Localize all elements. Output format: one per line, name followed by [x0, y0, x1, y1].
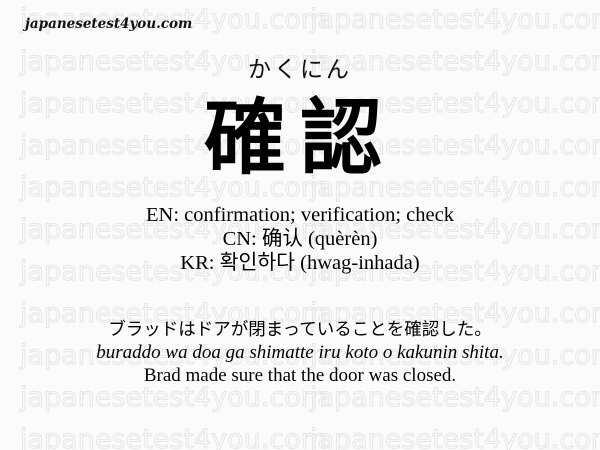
watermark-text: japanesetest4you.com: [19, 424, 327, 450]
definition-cn: CN: 确认 (quèrèn): [222, 228, 378, 250]
definitions-block: EN: confirmation; verification; check CN…: [0, 203, 600, 275]
definition-kr: KR: 확인하다 (hwag-inhada): [180, 252, 420, 274]
example-english: Brad made sure that the door was closed.: [143, 365, 457, 386]
watermark-text: japanesetest4you.com: [309, 4, 600, 35]
watermark-text: japanesetest4you.com: [309, 424, 600, 450]
example-sentence-block: ブラッドはドアが閉まっていることを確認した。 buraddo wa doa ga…: [0, 318, 600, 388]
flashcard: japanesetest4you.com japanesetest4you.com…: [0, 0, 600, 450]
example-romaji: buraddo wa doa ga shimatte iru koto o ka…: [96, 342, 504, 363]
kana-reading: かくにん: [248, 57, 352, 83]
example-japanese: ブラッドはドアが閉まっていることを確認した。: [108, 320, 492, 340]
site-logo-text: japanesetest4you.com: [25, 16, 193, 32]
kanji-word: 確認: [203, 90, 396, 186]
definition-en: EN: confirmation; verification; check: [146, 204, 454, 226]
